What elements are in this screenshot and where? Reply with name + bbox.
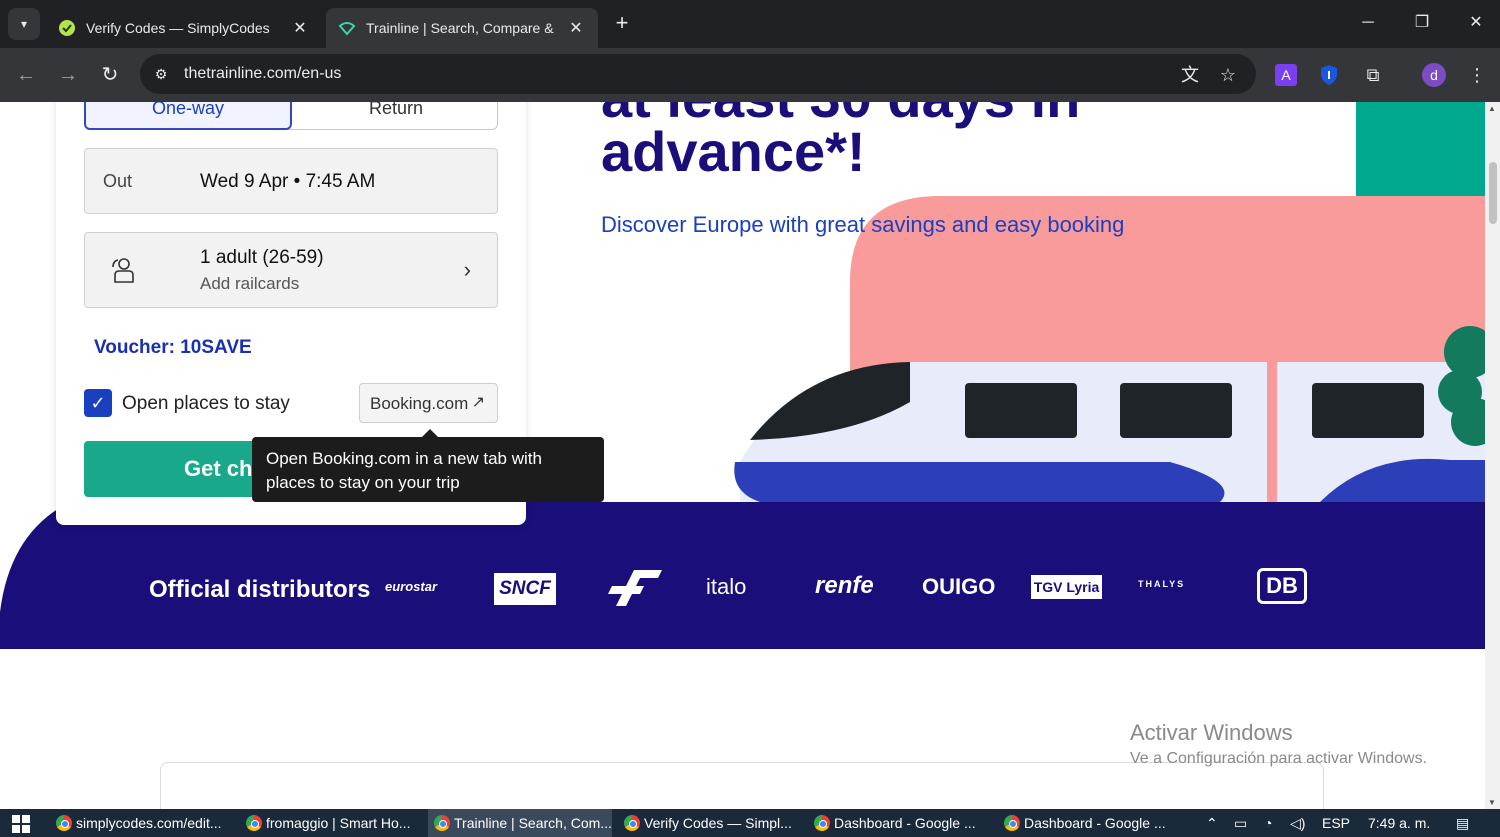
bookmark-star-icon[interactable]: ☆ bbox=[1216, 63, 1240, 87]
taskbar-item-label: fromaggio | Smart Ho... bbox=[266, 815, 411, 831]
taskbar-item[interactable]: simplycodes.com/edit... bbox=[50, 809, 226, 837]
minimize-button[interactable]: ─ bbox=[1348, 8, 1388, 38]
chrome-icon bbox=[434, 815, 450, 831]
hero-subtitle: Discover Europe with great savings and e… bbox=[601, 212, 1125, 237]
restore-button[interactable]: ❐ bbox=[1402, 8, 1442, 38]
tab-title: Verify Codes — SimplyCodes bbox=[86, 20, 270, 36]
close-tab-icon[interactable]: ✕ bbox=[566, 18, 586, 38]
trainline-favicon-icon bbox=[338, 22, 356, 36]
new-tab-button[interactable]: + bbox=[608, 10, 636, 38]
language-indicator[interactable]: ESP bbox=[1322, 815, 1350, 831]
taskbar-item-label: Verify Codes — Simpl... bbox=[644, 815, 792, 831]
scrollbar-thumb[interactable] bbox=[1489, 162, 1497, 224]
page-scrollbar[interactable]: ▲ ▼ bbox=[1485, 102, 1500, 809]
reload-icon[interactable]: ↻ bbox=[96, 61, 124, 89]
address-bar[interactable]: ⚙ thetrainline.com/en-us 文 ☆ bbox=[140, 54, 1256, 94]
menu-kebab-icon[interactable]: ⋮ bbox=[1464, 62, 1490, 88]
trenitalia-logo bbox=[608, 570, 662, 606]
translate-icon[interactable]: 文 bbox=[1178, 63, 1202, 87]
out-label: Out bbox=[103, 171, 133, 191]
clock[interactable]: 7:49 a. m. bbox=[1368, 815, 1430, 831]
taskbar-item-label: Dashboard - Google ... bbox=[834, 815, 976, 831]
checkmark-icon: ✓ bbox=[90, 393, 106, 413]
taskbar-item-label: simplycodes.com/edit... bbox=[76, 815, 222, 831]
hero-title: advance*! bbox=[601, 120, 866, 183]
db-logo: DB bbox=[1257, 568, 1307, 604]
italo-logo: italo bbox=[706, 574, 747, 599]
journey-type-toggle: One-way Return bbox=[84, 102, 498, 130]
taskbar-item[interactable]: Verify Codes — Simpl... bbox=[618, 809, 800, 837]
booking-com-button[interactable]: Booking.com ↗ bbox=[359, 383, 498, 423]
content-card bbox=[160, 762, 1324, 809]
close-window-button[interactable]: ✕ bbox=[1456, 8, 1496, 38]
windows-taskbar: simplycodes.com/edit... fromaggio | Smar… bbox=[0, 809, 1500, 837]
shield-extension-icon[interactable] bbox=[1316, 62, 1342, 88]
renfe-logo: renfe bbox=[815, 572, 874, 599]
taskbar-item[interactable]: Dashboard - Google ... bbox=[998, 809, 1178, 837]
taskbar-item-label: Trainline | Search, Com... bbox=[454, 815, 612, 831]
back-icon[interactable]: ← bbox=[12, 61, 40, 89]
scroll-down-icon[interactable]: ▼ bbox=[1488, 798, 1496, 807]
browser-toolbar: ← → ↻ ⚙ thetrainline.com/en-us 文 ☆ A ⧉ d… bbox=[0, 48, 1500, 102]
taskbar-item[interactable]: Trainline | Search, Com... bbox=[428, 809, 612, 837]
passengers-value: 1 adult (26-59) bbox=[200, 247, 324, 268]
sncf-logo: SNCF bbox=[494, 573, 556, 605]
booking-com-label: Booking.com bbox=[370, 394, 469, 413]
simplycodes-favicon-icon bbox=[59, 20, 75, 36]
return-option[interactable]: Return bbox=[293, 102, 499, 130]
forward-icon[interactable]: → bbox=[54, 61, 82, 89]
close-tab-icon[interactable]: ✕ bbox=[290, 18, 310, 38]
watermark-line-2: Ve a Configuración para activar Windows. bbox=[1130, 750, 1428, 767]
chevron-down-icon: ▾ bbox=[20, 17, 28, 31]
places-to-stay-checkbox[interactable]: ✓ bbox=[84, 389, 112, 417]
tray-chevron-up-icon[interactable]: ⌃ bbox=[1206, 815, 1218, 832]
external-link-icon: ↗ bbox=[471, 394, 485, 411]
booking-tooltip: Open Booking.com in a new tab with place… bbox=[252, 437, 604, 502]
distributors-title: Official distributors bbox=[149, 576, 371, 603]
profile-avatar[interactable]: d bbox=[1422, 63, 1446, 87]
places-to-stay-label[interactable]: Open places to stay bbox=[122, 393, 290, 415]
site-info-icon[interactable]: ⚙ bbox=[150, 63, 172, 85]
one-way-option[interactable]: One-way bbox=[84, 102, 292, 130]
watermark-line-1: Activar Windows bbox=[1130, 720, 1293, 745]
chrome-icon bbox=[1004, 815, 1020, 831]
url-text[interactable]: thetrainline.com/en-us bbox=[184, 65, 341, 83]
out-value: Wed 9 Apr • 7:45 AM bbox=[200, 171, 376, 192]
taskbar-item[interactable]: fromaggio | Smart Ho... bbox=[240, 809, 416, 837]
page-viewport: at least 30 days in advance*! Discover E… bbox=[0, 102, 1485, 809]
chrome-icon bbox=[246, 815, 262, 831]
add-railcards-link: Add railcards bbox=[200, 274, 300, 293]
volume-icon[interactable]: ◁) bbox=[1290, 815, 1305, 832]
chevron-right-icon: › bbox=[463, 257, 471, 282]
battery-icon[interactable]: ▭ bbox=[1234, 815, 1247, 832]
outbound-date-field[interactable]: Out Wed 9 Apr • 7:45 AM bbox=[84, 148, 498, 214]
scroll-up-icon[interactable]: ▲ bbox=[1488, 104, 1496, 113]
chrome-icon bbox=[814, 815, 830, 831]
tab-trainline[interactable]: Trainline | Search, Compare & Book ✕ bbox=[326, 8, 598, 48]
passengers-field[interactable]: 1 adult (26-59) Add railcards › bbox=[84, 232, 498, 308]
tooltip-arrow bbox=[422, 429, 438, 437]
eurostar-logo: eurostar bbox=[385, 579, 438, 594]
extension-a-icon[interactable]: A bbox=[1275, 64, 1297, 86]
taskbar-item-label: Dashboard - Google ... bbox=[1024, 815, 1166, 831]
thalys-logo: THALYS bbox=[1138, 579, 1186, 589]
tab-title: Trainline | Search, Compare & Book bbox=[366, 20, 558, 36]
windows-activation-watermark: Activar Windows Ve a Configuración para … bbox=[1130, 720, 1427, 768]
notifications-icon[interactable]: ▤ bbox=[1456, 815, 1469, 832]
tab-strip: ▾ Verify Codes — SimplyCodes ✕ Trainline… bbox=[0, 0, 1500, 48]
tab-search-button[interactable]: ▾ bbox=[8, 8, 40, 40]
extensions-puzzle-icon[interactable]: ⧉ bbox=[1360, 62, 1386, 88]
wifi-icon[interactable]: ◔ bbox=[1264, 815, 1272, 831]
passengers-icon bbox=[112, 258, 134, 283]
voucher-text: Voucher: 10SAVE bbox=[94, 337, 252, 358]
tab-verify-codes[interactable]: Verify Codes — SimplyCodes ✕ bbox=[46, 8, 322, 48]
ouigo-logo: OUIGO bbox=[922, 574, 996, 599]
chrome-icon bbox=[56, 815, 72, 831]
taskbar-item[interactable]: Dashboard - Google ... bbox=[808, 809, 988, 837]
windows-start-icon[interactable] bbox=[12, 815, 30, 833]
chrome-icon bbox=[624, 815, 640, 831]
tgv-lyria-logo: TGV Lyria bbox=[1031, 575, 1102, 599]
